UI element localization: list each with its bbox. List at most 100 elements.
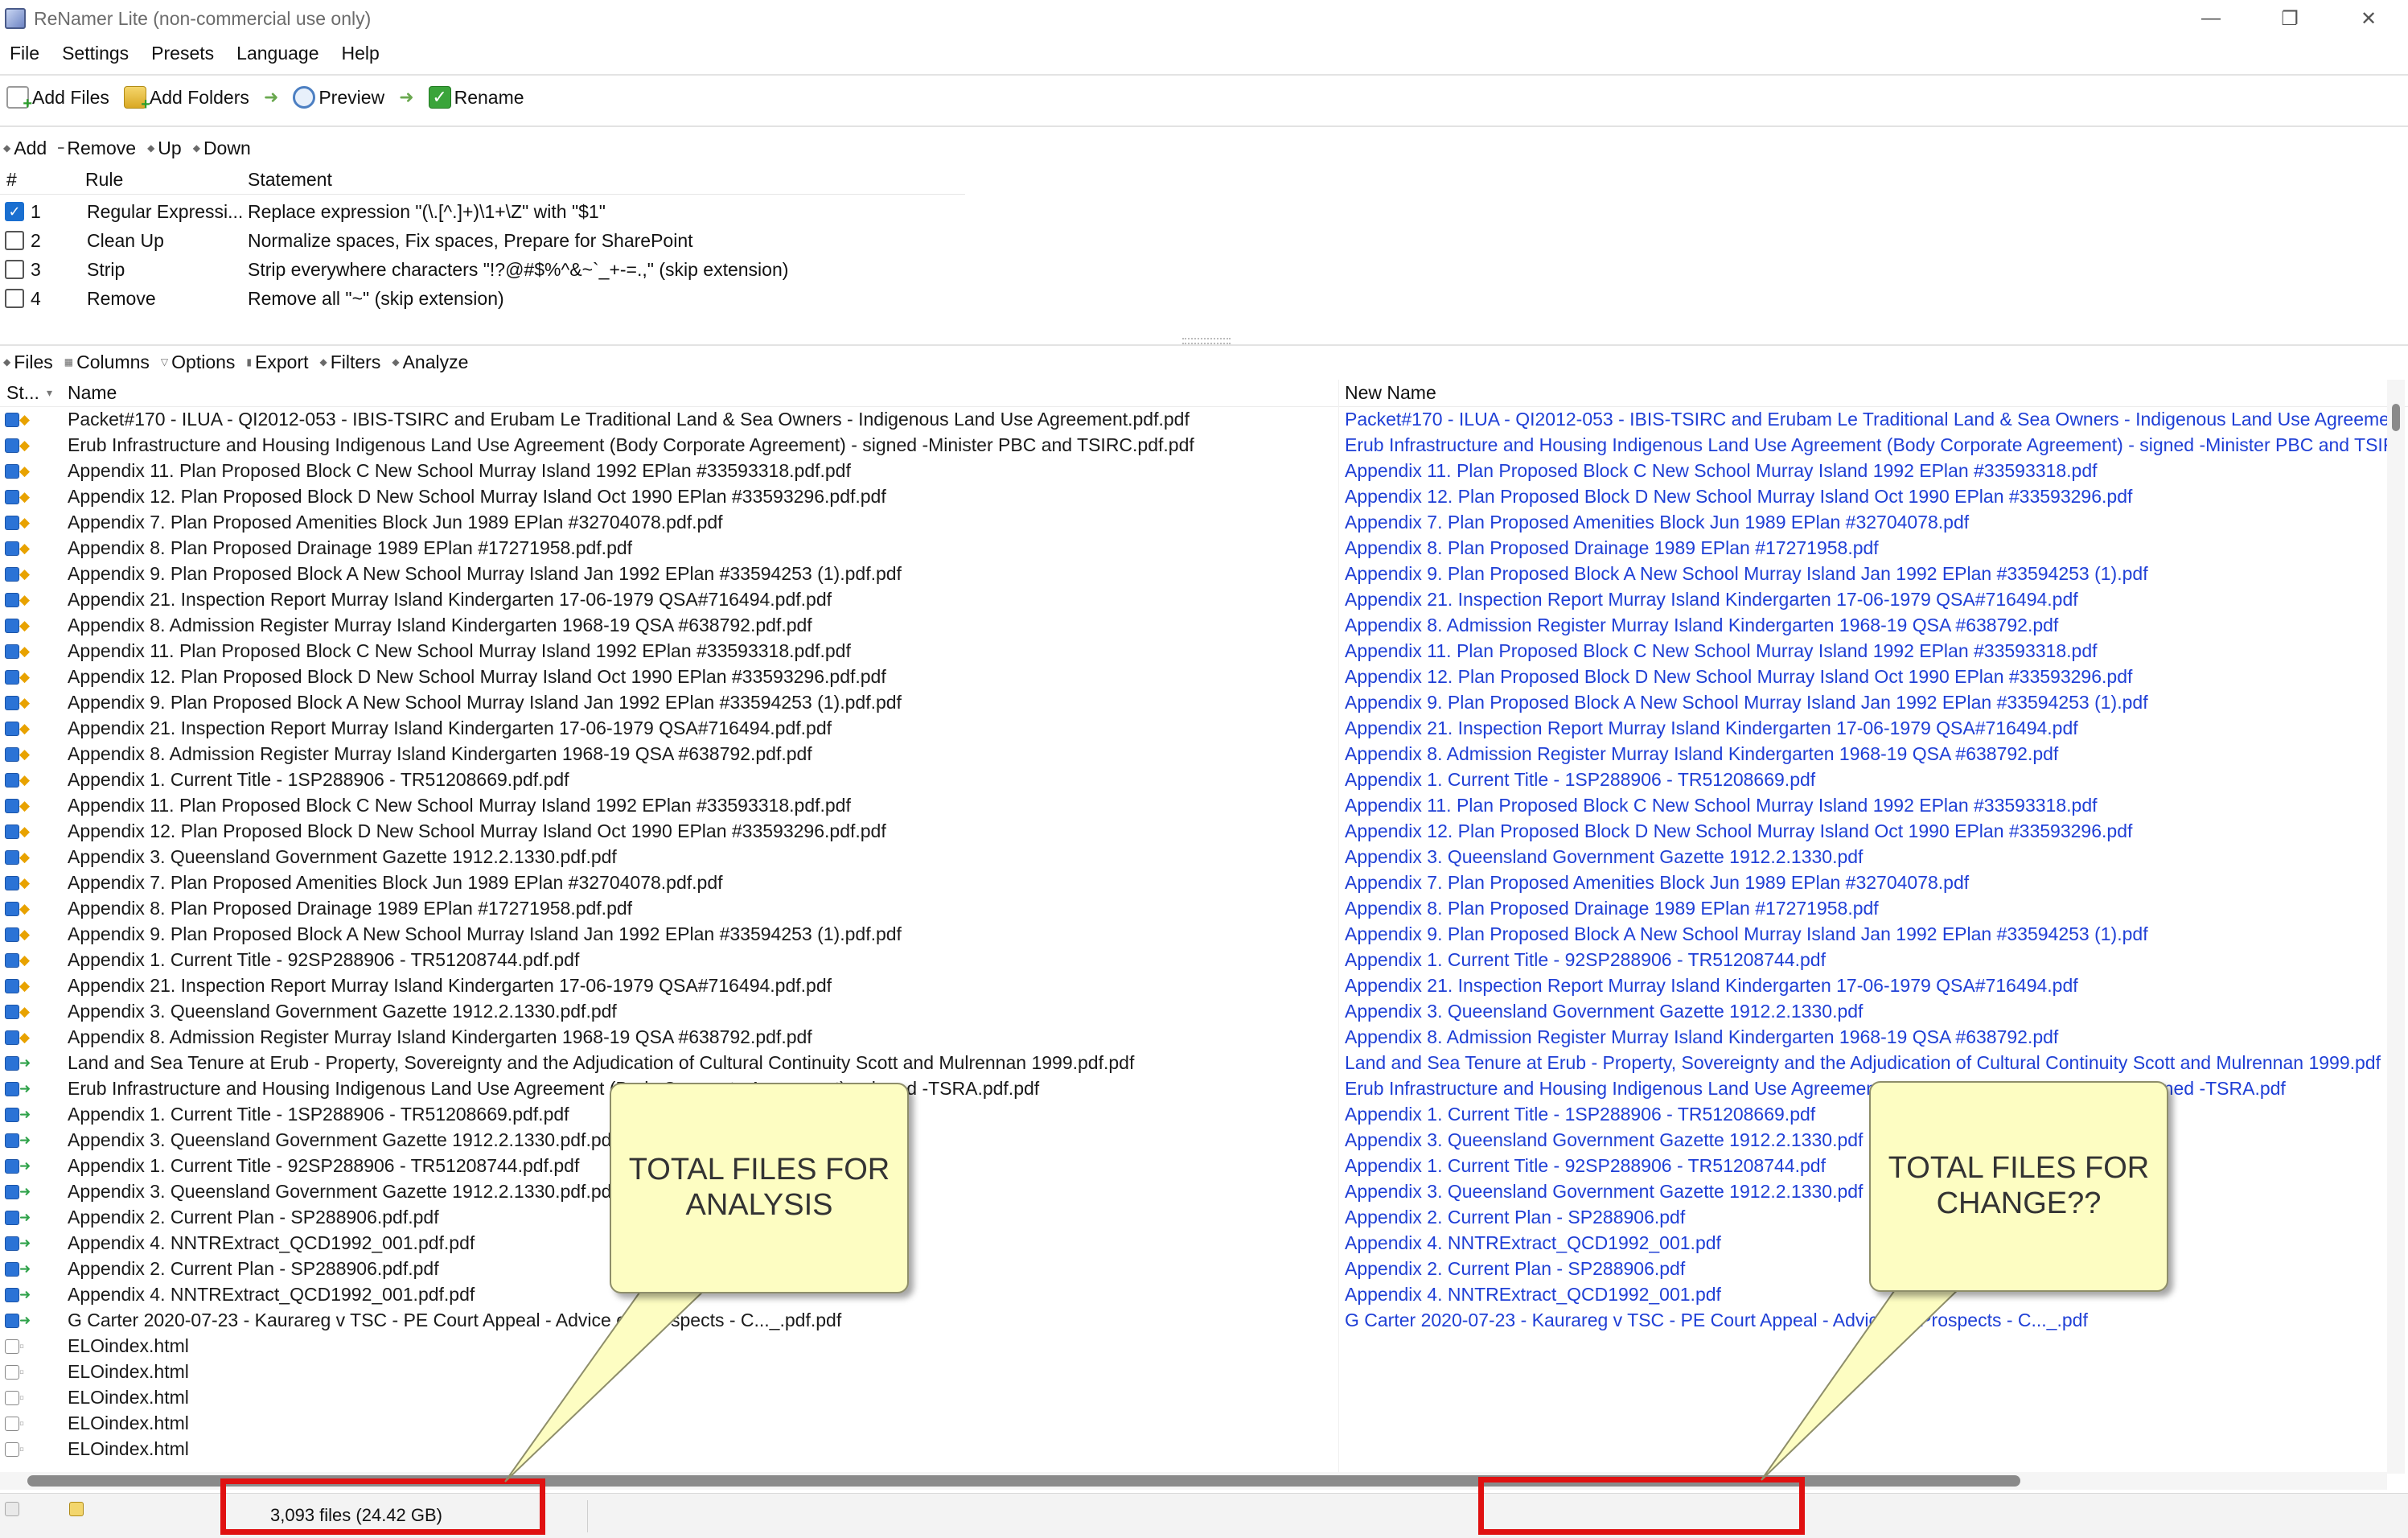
file-checkbox-checked[interactable] <box>5 773 19 788</box>
rules-col-statement[interactable]: Statement <box>248 169 332 191</box>
rules-col-num[interactable]: # <box>6 169 17 191</box>
analyze-menu-button[interactable]: ◆ Analyze <box>392 352 468 373</box>
file-row[interactable]: ◆ Appendix 21. Inspection Report Murray I… <box>0 587 2387 613</box>
file-row[interactable]: ◆ Appendix 11. Plan Proposed Block C New … <box>0 793 2387 819</box>
file-checkbox-checked[interactable] <box>5 1236 19 1251</box>
col-new-name[interactable]: New Name <box>1345 382 1436 404</box>
file-checkbox-checked[interactable] <box>5 1314 19 1328</box>
file-row[interactable]: ◆ Appendix 3. Queensland Government Gazet… <box>0 845 2387 870</box>
rule-row[interactable]: 4 Remove Remove all "~" (skip extension) <box>0 284 2408 313</box>
file-row[interactable]: ◆ Appendix 8. Admission Register Murray I… <box>0 1025 2387 1051</box>
file-row[interactable]: ◆ Appendix 12. Plan Proposed Block D New … <box>0 664 2387 690</box>
file-checkbox-checked[interactable] <box>5 464 19 479</box>
file-row[interactable]: ◆ Appendix 8. Plan Proposed Drainage 1989… <box>0 536 2387 561</box>
col-name[interactable]: Name <box>68 382 117 404</box>
vertical-scroll-thumb[interactable] <box>2392 404 2400 431</box>
rule-add-button[interactable]: ◆ Add <box>3 138 47 159</box>
menu-presets[interactable]: Presets <box>151 43 214 64</box>
file-checkbox-checked[interactable] <box>5 876 19 890</box>
file-row[interactable]: ◆ Appendix 11. Plan Proposed Block C New … <box>0 639 2387 664</box>
file-checkbox-unchecked[interactable] <box>5 1339 19 1354</box>
file-row[interactable]: ◆ Packet#170 - ILUA - QI2012-053 - IBIS-T… <box>0 407 2387 433</box>
splitter-handle[interactable] <box>1182 338 1231 344</box>
file-checkbox-checked[interactable] <box>5 1056 19 1071</box>
columns-menu-button[interactable]: ▦ Columns <box>64 352 150 373</box>
rule-checkbox[interactable] <box>5 231 24 250</box>
vertical-scrollbar[interactable] <box>2387 380 2405 1474</box>
file-row[interactable]: ◆ Erub Infrastructure and Housing Indigen… <box>0 433 2387 459</box>
file-row[interactable]: ▫ ELOindex.html <box>0 1359 2387 1385</box>
file-row[interactable]: ◆ Appendix 8. Admission Register Murray I… <box>0 613 2387 639</box>
file-checkbox-checked[interactable] <box>5 1108 19 1122</box>
restore-button[interactable]: ❐ <box>2250 0 2329 37</box>
preview-button[interactable]: Preview <box>293 86 384 109</box>
file-row[interactable]: ▫ ELOindex.html <box>0 1437 2387 1462</box>
file-checkbox-checked[interactable] <box>5 927 19 942</box>
rule-row[interactable]: ✓ 1 Regular Expressi... Replace expressi… <box>0 197 2408 226</box>
file-row[interactable]: ▫ ELOindex.html <box>0 1385 2387 1411</box>
file-checkbox-checked[interactable] <box>5 670 19 685</box>
file-checkbox-checked[interactable] <box>5 490 19 504</box>
file-checkbox-checked[interactable] <box>5 1211 19 1225</box>
file-row[interactable]: ◆ Appendix 21. Inspection Report Murray I… <box>0 973 2387 999</box>
file-row[interactable]: ◆ Appendix 1. Current Title - 92SP288906 … <box>0 948 2387 973</box>
export-menu-button[interactable]: ▮ Export <box>246 352 308 373</box>
file-checkbox-checked[interactable] <box>5 722 19 736</box>
minimize-button[interactable]: — <box>2172 0 2250 37</box>
file-checkbox-unchecked[interactable] <box>5 1365 19 1380</box>
file-checkbox-checked[interactable] <box>5 979 19 993</box>
col-state[interactable]: St... <box>6 382 39 404</box>
file-row[interactable]: ◆ Appendix 7. Plan Proposed Amenities Blo… <box>0 870 2387 896</box>
file-checkbox-checked[interactable] <box>5 1005 19 1019</box>
files-menu-button[interactable]: ◆ Files <box>3 352 53 373</box>
file-checkbox-checked[interactable] <box>5 1159 19 1174</box>
file-checkbox-checked[interactable] <box>5 516 19 530</box>
rule-up-button[interactable]: ◆ Up <box>147 138 182 159</box>
file-checkbox-checked[interactable] <box>5 1262 19 1277</box>
file-checkbox-checked[interactable] <box>5 1288 19 1302</box>
menu-help[interactable]: Help <box>342 43 380 64</box>
file-checkbox-checked[interactable] <box>5 644 19 659</box>
file-row[interactable]: ➜ G Carter 2020-07-23 - Kaurareg v TSC - … <box>0 1308 2387 1334</box>
options-menu-button[interactable]: ▽ Options <box>161 352 236 373</box>
file-checkbox-checked[interactable] <box>5 825 19 839</box>
file-checkbox-checked[interactable] <box>5 953 19 968</box>
file-checkbox-checked[interactable] <box>5 567 19 582</box>
file-row[interactable]: ◆ Appendix 12. Plan Proposed Block D New … <box>0 484 2387 510</box>
rule-checkbox[interactable] <box>5 289 24 308</box>
file-row[interactable]: ➜ Land and Sea Tenure at Erub - Property,… <box>0 1051 2387 1076</box>
menu-settings[interactable]: Settings <box>62 43 129 64</box>
file-checkbox-unchecked[interactable] <box>5 1417 19 1431</box>
file-checkbox-checked[interactable] <box>5 747 19 762</box>
file-checkbox-checked[interactable] <box>5 1082 19 1096</box>
file-checkbox-checked[interactable] <box>5 1133 19 1148</box>
file-checkbox-checked[interactable] <box>5 1030 19 1045</box>
rule-row[interactable]: 3 Strip Strip everywhere characters "!?@… <box>0 255 2408 284</box>
file-row[interactable]: ◆ Appendix 11. Plan Proposed Block C New … <box>0 459 2387 484</box>
file-row[interactable]: ◆ Appendix 1. Current Title - 1SP288906 -… <box>0 767 2387 793</box>
file-checkbox-checked[interactable] <box>5 438 19 453</box>
file-row[interactable]: ◆ Appendix 12. Plan Proposed Block D New … <box>0 819 2387 845</box>
rule-remove-button[interactable]: ━ Remove <box>58 138 136 159</box>
file-row[interactable]: ◆ Appendix 9. Plan Proposed Block A New S… <box>0 922 2387 948</box>
file-checkbox-checked[interactable] <box>5 850 19 865</box>
add-folders-button[interactable]: Add Folders <box>123 86 249 114</box>
file-row[interactable]: ▫ ELOindex.html <box>0 1334 2387 1359</box>
file-checkbox-checked[interactable] <box>5 541 19 556</box>
file-row[interactable]: ◆ Appendix 8. Plan Proposed Drainage 1989… <box>0 896 2387 922</box>
filters-menu-button[interactable]: ◆ Filters <box>320 352 381 373</box>
close-button[interactable]: ✕ <box>2329 0 2408 37</box>
file-checkbox-unchecked[interactable] <box>5 1442 19 1457</box>
file-checkbox-checked[interactable] <box>5 902 19 916</box>
file-row[interactable]: ◆ Appendix 7. Plan Proposed Amenities Blo… <box>0 510 2387 536</box>
file-checkbox-checked[interactable] <box>5 619 19 633</box>
file-row[interactable]: ◆ Appendix 9. Plan Proposed Block A New S… <box>0 561 2387 587</box>
rule-row[interactable]: 2 Clean Up Normalize spaces, Fix spaces,… <box>0 226 2408 255</box>
file-checkbox-checked[interactable] <box>5 1185 19 1199</box>
rule-down-button[interactable]: ◆ Down <box>193 138 251 159</box>
rule-checkbox[interactable]: ✓ <box>5 202 24 221</box>
add-files-button[interactable]: Add Files <box>6 86 109 113</box>
rule-checkbox[interactable] <box>5 260 24 279</box>
rules-col-rule[interactable]: Rule <box>85 169 123 191</box>
rename-button[interactable]: ✓ Rename <box>428 86 524 109</box>
